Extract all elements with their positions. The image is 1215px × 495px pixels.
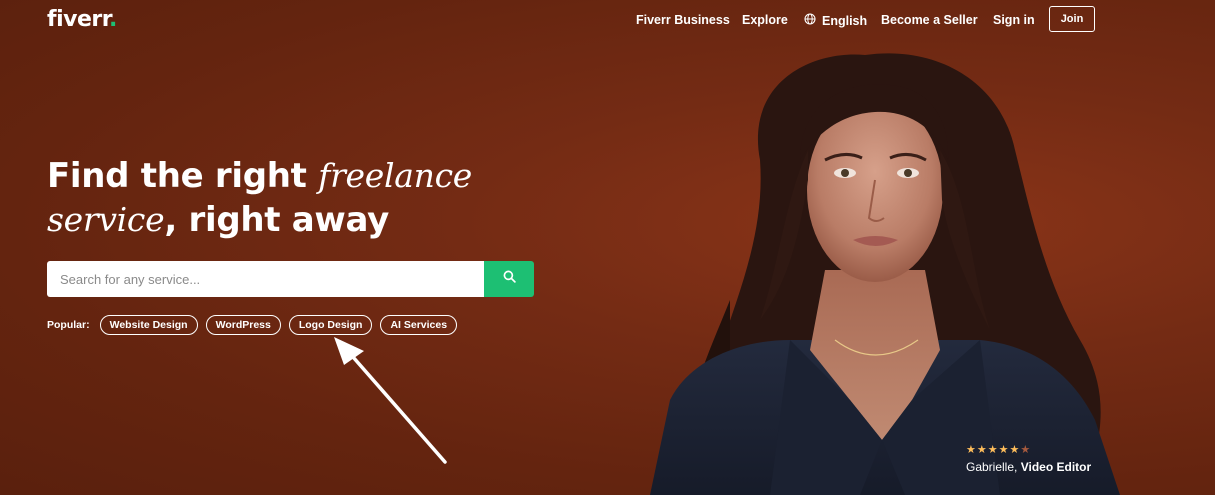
globe-icon [804, 13, 816, 28]
nav-explore[interactable]: Explore [742, 13, 788, 27]
popular-label: Popular: [47, 319, 90, 331]
chip-wordpress[interactable]: WordPress [205, 315, 281, 335]
top-nav: fiverr. Fiverr Business Explore English … [0, 0, 1215, 40]
portrait-image [650, 53, 1120, 495]
caption-role: Video Editor [1020, 460, 1092, 474]
nav-become-seller[interactable]: Become a Seller [881, 13, 978, 27]
logo-dot: . [108, 7, 117, 32]
chip-website-design[interactable]: Website Design [99, 315, 198, 335]
search-icon [503, 270, 516, 288]
annotation-arrow [334, 337, 447, 464]
fiverr-logo[interactable]: fiverr. [47, 7, 117, 32]
logo-text: fiverr [47, 7, 109, 32]
nav-fiverr-business[interactable]: Fiverr Business [636, 13, 730, 27]
rating-stars: ★★★★★★ [966, 444, 1091, 457]
star-icon: ★★★★★ [966, 444, 1021, 456]
caption-name-text: Gabrielle, [966, 460, 1021, 474]
search-button[interactable] [484, 261, 534, 297]
join-button[interactable]: Join [1049, 6, 1095, 32]
star-half-icon: ★ [1020, 444, 1032, 456]
search-bar [47, 261, 534, 297]
hero-line2-serif: service [47, 200, 165, 239]
testimonial-name: Gabrielle, Video Editor [966, 460, 1091, 474]
hero-line1-serif: freelance [318, 156, 473, 195]
nav-sign-in[interactable]: Sign in [993, 13, 1035, 27]
hero-title: Find the right freelance service, right … [47, 154, 472, 242]
hero-page: fiverr. Fiverr Business Explore English … [0, 0, 1215, 495]
hero-line2-plain: , right away [164, 200, 389, 240]
hero-line1-plain: Find the right [47, 156, 319, 196]
search-input[interactable] [47, 261, 484, 297]
language-label: English [822, 13, 868, 28]
nav-language[interactable]: English [804, 13, 867, 28]
testimonial-caption: ★★★★★★ Gabrielle, Video Editor [966, 444, 1091, 474]
